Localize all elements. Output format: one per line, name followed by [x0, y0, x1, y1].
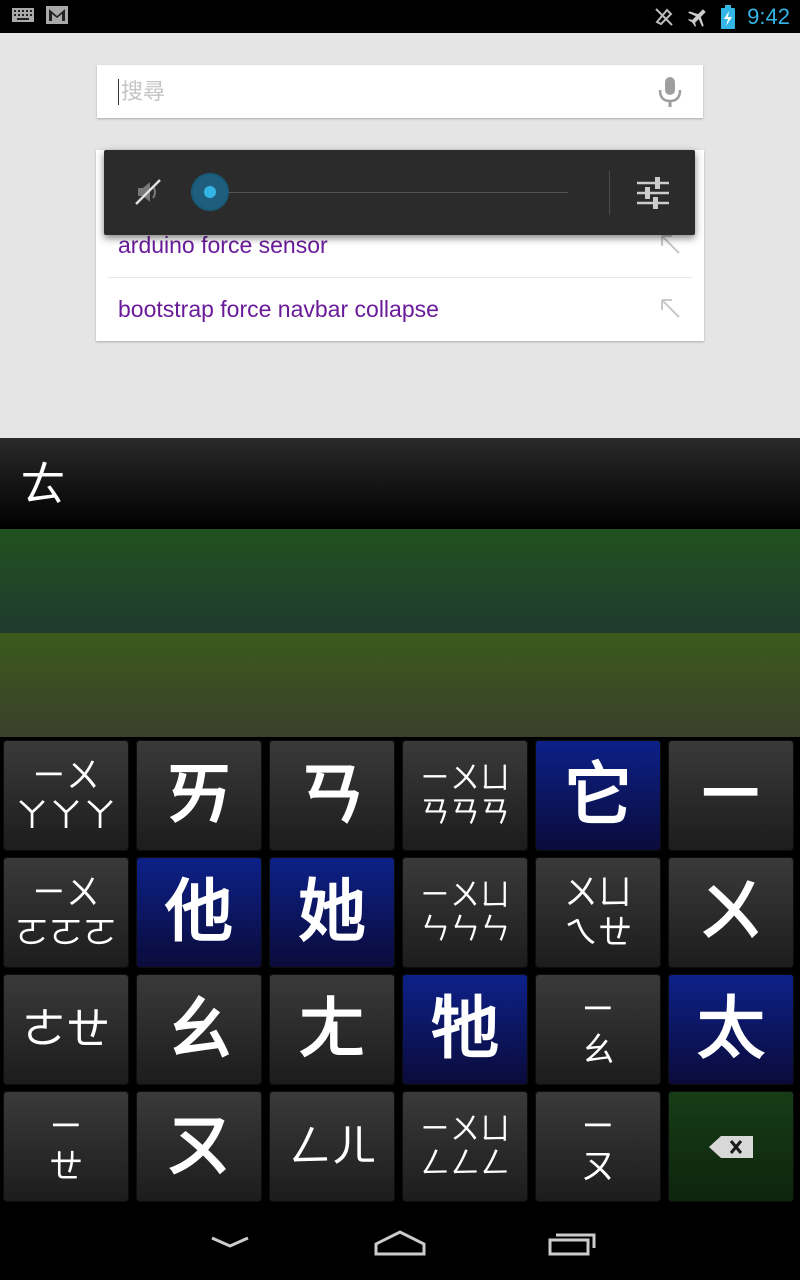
key-label: ㄧ ㄠ: [581, 989, 615, 1070]
key[interactable]: ㄥㄦ: [269, 1091, 395, 1202]
key-label: 太: [696, 989, 765, 1069]
key[interactable]: 它: [535, 740, 661, 851]
key[interactable]: 太: [668, 974, 794, 1085]
clock: 9:42: [747, 4, 790, 29]
key[interactable]: ㄜㄝ: [3, 974, 129, 1085]
key-label: ㄧ: [696, 755, 765, 835]
key-label: 它: [563, 755, 632, 835]
search-box[interactable]: [97, 65, 703, 118]
key[interactable]: ㄧ: [668, 740, 794, 851]
key[interactable]: ㄞ: [136, 740, 262, 851]
key[interactable]: ㄧㄨㄩ ㄣㄣㄣ: [402, 857, 528, 968]
key-label: 她: [297, 872, 366, 952]
gmail-icon: [46, 6, 68, 24]
volume-slider-track[interactable]: [211, 192, 568, 193]
key-label: ㄨㄩ ㄟㄝ: [564, 872, 632, 953]
key-label: ㄜㄝ: [22, 1003, 110, 1055]
key[interactable]: ㄧ ㄡ: [535, 1091, 661, 1202]
key-label: ㄠ: [164, 989, 233, 1069]
key-label: ㄧ ㄡ: [581, 1106, 615, 1187]
keyboard-backdrop-top: [0, 529, 800, 633]
key-label: ㄧㄨㄩ ㄢㄢㄢ: [420, 760, 510, 830]
key[interactable]: ㄢ: [269, 740, 395, 851]
microphone-icon[interactable]: [657, 77, 683, 109]
key[interactable]: ㄠ: [136, 974, 262, 1085]
key-label: ㄞ: [164, 755, 233, 835]
key[interactable]: ㄡ: [136, 1091, 262, 1202]
volume-slider-thumb[interactable]: [191, 173, 229, 211]
volume-panel: [104, 150, 695, 235]
key-label: 牠: [430, 989, 499, 1069]
key[interactable]: ㄧ ㄠ: [535, 974, 661, 1085]
suggestion-item[interactable]: bootstrap force navbar collapse: [96, 278, 704, 342]
keyboard-icon: [12, 8, 34, 22]
suggestion-text: bootstrap force navbar collapse: [118, 296, 439, 322]
key-label: 他: [164, 872, 233, 952]
navigation-bar: [0, 1204, 800, 1280]
back-down-icon[interactable]: [200, 1222, 260, 1262]
airplane-mode-icon: [688, 9, 706, 27]
volume-muted-icon[interactable]: [132, 176, 164, 208]
key[interactable]: 牠: [402, 974, 528, 1085]
refine-query-arrow-icon[interactable]: [658, 296, 682, 320]
backspace-icon: [709, 1135, 753, 1158]
key-label: ㄧ ㄝ: [49, 1106, 83, 1187]
suggestion-text: arduino force sensor: [118, 232, 328, 258]
key[interactable]: ㄨㄩ ㄟㄝ: [535, 857, 661, 968]
battery-charging-icon: [721, 5, 736, 29]
key-label: ㄨ: [696, 872, 765, 952]
key-label: ㄧㄨ ㄛㄛㄛ: [15, 872, 117, 953]
key-label: ㄡ: [164, 1106, 233, 1186]
home-icon[interactable]: [370, 1222, 430, 1262]
key[interactable]: ㄨ: [668, 857, 794, 968]
keyboard-backdrop-bottom: [0, 633, 800, 737]
key[interactable]: ㄤ: [269, 974, 395, 1085]
key-label: ㄧㄨㄩ ㄥㄥㄥ: [420, 1111, 510, 1181]
key-label: ㄧㄨ ㄚㄚㄚ: [15, 755, 117, 836]
key-label: ㄥㄦ: [288, 1120, 376, 1172]
key[interactable]: 她: [269, 857, 395, 968]
key[interactable]: ㄧㄨㄩ ㄢㄢㄢ: [402, 740, 528, 851]
key[interactable]: 他: [136, 857, 262, 968]
backspace-key[interactable]: [668, 1091, 794, 1202]
key[interactable]: ㄧㄨ ㄚㄚㄚ: [3, 740, 129, 851]
zhuyin-keyboard: ㄧㄨ ㄚㄚㄚ ㄞ ㄢ ㄧㄨㄩ ㄢㄢㄢ 它 ㄧ ㄧㄨ ㄛㄛㄛ 他 她 ㄧㄨㄩ ㄣㄣ…: [0, 737, 800, 1204]
recents-icon[interactable]: [542, 1222, 602, 1262]
key[interactable]: ㄧㄨ ㄛㄛㄛ: [3, 857, 129, 968]
refine-query-arrow-icon[interactable]: [658, 232, 682, 256]
vibrate-off-icon: [655, 8, 673, 26]
key-label: ㄧㄨㄩ ㄣㄣㄣ: [420, 877, 510, 947]
sound-settings-icon[interactable]: [635, 175, 671, 211]
status-bar: 9:42: [0, 0, 800, 33]
divider: [609, 171, 610, 215]
search-screen: arduino force sensor bootstrap force nav…: [0, 33, 800, 438]
search-input[interactable]: [119, 75, 643, 109]
composing-text: ㄊ: [20, 457, 66, 511]
key[interactable]: ㄧㄨㄩ ㄥㄥㄥ: [402, 1091, 528, 1202]
candidate-bar: ㄊ: [0, 438, 800, 529]
key-label: ㄢ: [297, 755, 366, 835]
key[interactable]: ㄧ ㄝ: [3, 1091, 129, 1202]
key-label: ㄤ: [297, 989, 366, 1069]
